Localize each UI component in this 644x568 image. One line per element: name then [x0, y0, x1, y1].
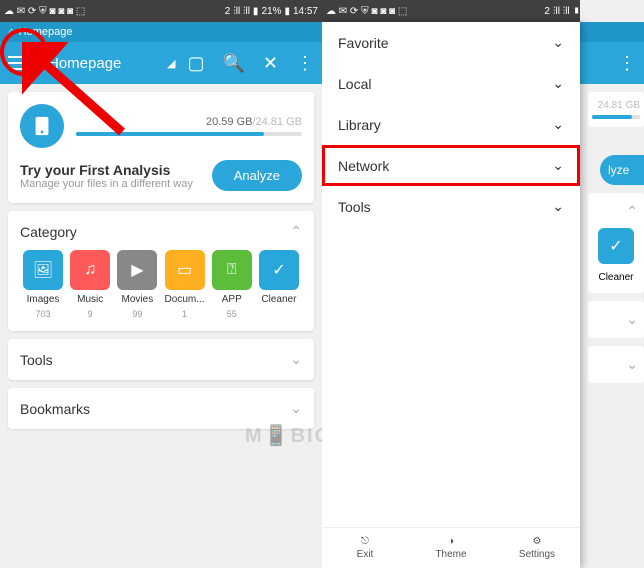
battery-icon-2: ▮ — [284, 6, 290, 17]
category-documents[interactable]: ▭ Docum... 1 — [162, 250, 208, 319]
documents-icon: ▭ — [165, 250, 205, 290]
clock: 14:57 — [293, 6, 318, 17]
background-peek: ⋮ 24.81 GB lyze ⌃ ✓ Cleaner ⌄ ⌄ — [580, 0, 644, 568]
storage-card: 20.59 GB/24.81 GB Try your First Analysi… — [8, 92, 314, 203]
status-left-icons: ☁ ✉ ⟳ ⛨ ◙ ◙ ◙ ⬚ — [4, 6, 85, 17]
tools-peek[interactable]: ⌄ — [588, 301, 644, 338]
category-images[interactable]: 🖼 Images 703 — [20, 250, 66, 319]
watermark: M📱BIGYAAN — [245, 423, 322, 448]
status-bar: ☁ ✉ ⟳ ⛨ ◙ ◙ ◙ ⬚ 2 ⫶ll ⫶ll ▮ 21% ▮ 14:57 — [0, 0, 322, 22]
tools-card[interactable]: Tools ⌄ — [8, 339, 314, 380]
settings-button[interactable]: ⚙Settings — [494, 528, 580, 568]
battery-icon: ▮ — [253, 6, 259, 17]
bookmarks-peek[interactable]: ⌄ — [588, 346, 644, 383]
cleaner-icon: ✓ — [259, 250, 299, 290]
exit-button[interactable]: ⎋Exit — [322, 528, 408, 568]
chevron-down-icon: ⌄ — [552, 116, 564, 133]
page-title[interactable]: Homepage — [48, 55, 165, 72]
screen-left: ☁ ✉ ⟳ ⛨ ◙ ◙ ◙ ⬚ 2 ⫶ll ⫶ll ▮ 21% ▮ 14:57 … — [0, 0, 322, 568]
category-cleaner[interactable]: ✓ Cleaner — [256, 250, 302, 319]
close-icon[interactable]: ✕ — [263, 53, 278, 74]
menu-button[interactable] — [8, 49, 36, 77]
analysis-subtitle: Manage your files in a different way — [20, 178, 193, 190]
tools-title: Tools — [20, 352, 53, 368]
chevron-down-icon: ⌄ — [552, 198, 564, 215]
category-movies[interactable]: ▶ Movies 99 — [114, 250, 160, 319]
storage-peek: 24.81 GB — [588, 92, 644, 127]
chevron-down-icon: ⌄ — [552, 34, 564, 51]
chevron-up-icon[interactable]: ⌃ — [290, 223, 302, 240]
music-icon: ♫ — [70, 250, 110, 290]
chevron-up-icon: ⌃ — [626, 203, 638, 220]
gear-icon: ⚙ — [533, 536, 542, 547]
cleaner-icon[interactable]: ✓ — [598, 228, 634, 264]
images-icon: 🖼 — [23, 250, 63, 290]
sim-indicator: 2 — [225, 6, 231, 17]
theme-icon: ◑ — [448, 536, 454, 547]
storage-progress — [76, 132, 302, 136]
status-right: 2 ⫶ll ⫶ll ▮ 21% ▮ 14:57 — [225, 6, 318, 17]
movies-icon: ▶ — [117, 250, 157, 290]
category-music[interactable]: ♫ Music 9 — [67, 250, 113, 319]
category-peek: ⌃ ✓ Cleaner — [588, 193, 644, 293]
chevron-down-icon: ⌄ — [552, 75, 564, 92]
exit-icon: ⎋ — [361, 536, 369, 547]
analysis-title: Try your First Analysis — [20, 162, 193, 178]
window-icon[interactable]: ▢ — [187, 53, 204, 74]
navigation-drawer: Favorite⌄ Local⌄ Library⌄ Network⌄ Tools… — [322, 22, 580, 568]
analyze-button[interactable]: Analyze — [212, 160, 302, 191]
chevron-down-icon: ⌄ — [290, 351, 302, 368]
search-icon[interactable]: 🔍 — [222, 53, 244, 74]
screen-right: ☁ ✉ ⟳ ⛨ ◙ ◙ ◙ ⬚ 2 ⫶ll ⫶ll ▮ 21% ▮ 14:57 … — [322, 0, 644, 568]
signal-icon: ⫶ll ⫶ll — [233, 6, 250, 17]
category-title: Category — [20, 224, 77, 240]
theme-button[interactable]: ◑Theme — [408, 528, 494, 568]
more-icon[interactable]: ⋮ — [296, 53, 314, 74]
more-icon[interactable]: ⋮ — [618, 53, 636, 74]
storage-total: 24.81 GB — [256, 116, 302, 128]
drawer-item-local[interactable]: Local⌄ — [322, 63, 580, 104]
breadcrumb[interactable]: ⌂ Homepage — [0, 22, 322, 42]
status-left-icons: ☁ ✉ ⟳ ⛨ ◙ ◙ ◙ ⬚ — [326, 6, 407, 17]
analyze-peek[interactable]: lyze — [600, 155, 644, 185]
drawer-item-network[interactable]: Network⌄ — [322, 145, 580, 186]
chevron-down-icon: ⌄ — [290, 400, 302, 417]
drawer-item-tools[interactable]: Tools⌄ — [322, 186, 580, 227]
chevron-down-icon: ⌄ — [552, 157, 564, 174]
bookmarks-title: Bookmarks — [20, 401, 90, 417]
dropdown-indicator[interactable]: ◢ — [167, 57, 175, 70]
drawer-item-library[interactable]: Library⌄ — [322, 104, 580, 145]
home-icon: ⌂ — [8, 26, 15, 38]
battery-pct: 21% — [261, 6, 281, 17]
disk-icon[interactable] — [20, 104, 64, 148]
category-card: Category ⌃ 🖼 Images 703 ♫ Music 9 ▶ Movi… — [8, 211, 314, 331]
app-icon: ⍰ — [212, 250, 252, 290]
drawer-item-favorite[interactable]: Favorite⌄ — [322, 22, 580, 63]
app-header: Homepage ◢ ▢ 🔍 ✕ ⋮ — [0, 42, 322, 84]
breadcrumb-label: Homepage — [19, 26, 73, 38]
category-app[interactable]: ⍰ APP 55 — [209, 250, 255, 319]
storage-used: 20.59 GB — [206, 116, 252, 128]
